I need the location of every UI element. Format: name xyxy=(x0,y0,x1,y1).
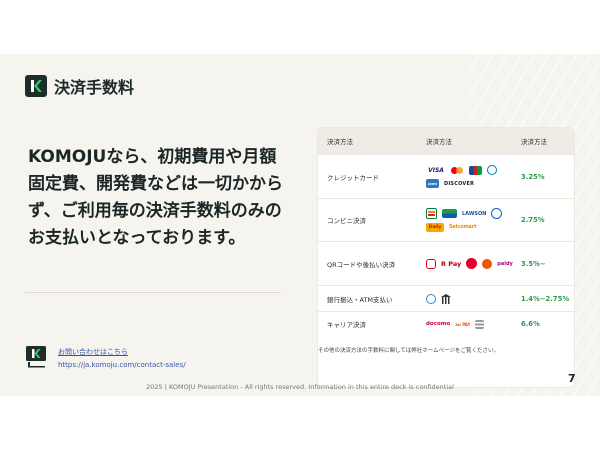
jcb-logo-icon xyxy=(469,165,482,175)
softbank-logo-icon xyxy=(475,319,485,329)
payment-logos: docomo au PAY xyxy=(418,319,513,329)
table-row-qr-deferred: QRコードや後払い決済 R Pay paidy 3.5%~ xyxy=(318,241,574,285)
fee-value: 2.75% xyxy=(521,216,545,224)
diners-logo-icon xyxy=(487,165,497,175)
column-header: 決済方法 xyxy=(426,138,452,146)
paypay-logo-icon xyxy=(426,258,436,269)
visa-logo-icon: VISA xyxy=(428,166,444,174)
payment-method-label: 銀行振込・ATM支払い xyxy=(327,295,393,304)
lawson-logo-icon: LAWSON xyxy=(462,210,487,217)
footnote: その他の決済方法の手数料に関しては弊社ホームページをご覧ください。 xyxy=(318,348,499,354)
mastercard-logo-icon xyxy=(451,166,464,175)
table-row-bank-transfer: 銀行振込・ATM支払い 1.4%~2.75% xyxy=(318,285,574,311)
divider xyxy=(25,292,281,293)
komoju-logo xyxy=(25,75,47,97)
table-row-convenience-store: コンビニ決済 LAWSON Daily Seicomart 2.75% xyxy=(318,198,574,241)
pay-easy-logo-icon xyxy=(426,293,436,304)
bank-icon xyxy=(441,293,451,304)
page-number: 7 xyxy=(568,372,576,385)
daily-yamazaki-logo-icon: Daily xyxy=(426,223,444,232)
au-pay-logo-icon xyxy=(482,258,493,269)
payment-method-label: キャリア決済 xyxy=(327,321,366,329)
fee-value: 3.5%~ xyxy=(521,259,546,268)
table-row-credit-card: クレジットカード VISA AMEX DISCOVER 3.25% xyxy=(318,154,574,198)
headline-text: KOMOJUなら、初期費用や月額固定費、開発費などは一切かからず、ご利用毎の決済… xyxy=(28,147,283,248)
payment-method-label: クレジットカード xyxy=(327,173,379,182)
payment-logos: R Pay paidy xyxy=(418,258,513,269)
table-row-carrier: キャリア決済 docomo au PAY 6.6% xyxy=(318,311,574,336)
contact-url-link[interactable]: https://ja.komoju.com/contact-sales/ xyxy=(58,361,186,369)
docomo-logo-icon: docomo xyxy=(426,321,451,327)
discover-logo-icon: DISCOVER xyxy=(444,180,475,187)
table-header-row: 決済方法 決済方法 決済方法 xyxy=(318,128,574,154)
fee-value: 6.6% xyxy=(521,320,540,328)
rakuten-pay-logo-icon: R Pay xyxy=(441,259,462,268)
seven-eleven-logo-icon xyxy=(426,208,437,219)
familymart-logo-icon xyxy=(442,209,457,218)
footer-text: 2025 | KOMOJU Presentation - All rights … xyxy=(146,383,454,391)
seicomart-logo-icon: Seicomart xyxy=(449,225,477,230)
merpay-logo-icon xyxy=(466,258,478,269)
page-title: 決済手数料 xyxy=(54,78,135,97)
contact-monitor-icon xyxy=(25,345,49,369)
payment-logos xyxy=(418,293,513,304)
column-header: 決済方法 xyxy=(327,138,353,146)
contact-link[interactable]: お問い合わせはこちら xyxy=(58,347,128,357)
slide: 決済手数料 KOMOJUなら、初期費用や月額固定費、開発費などは一切かからず、ご… xyxy=(0,54,600,396)
payment-method-label: コンビニ決済 xyxy=(327,217,366,225)
amex-logo-icon: AMEX xyxy=(426,179,439,188)
payment-logos: VISA AMEX DISCOVER xyxy=(418,165,513,188)
fee-value: 3.25% xyxy=(521,172,545,181)
au-pay-carrier-logo-icon: au PAY xyxy=(455,321,471,327)
column-header: 決済方法 xyxy=(521,138,547,146)
paidy-logo-icon: paidy xyxy=(497,260,513,267)
komoju-logo-icon xyxy=(31,80,42,92)
payment-method-label: QRコードや後払い決済 xyxy=(327,260,396,269)
fee-value: 1.4%~2.75% xyxy=(521,294,570,303)
ministop-logo-icon xyxy=(491,208,503,219)
payment-logos: LAWSON Daily Seicomart xyxy=(418,208,513,232)
